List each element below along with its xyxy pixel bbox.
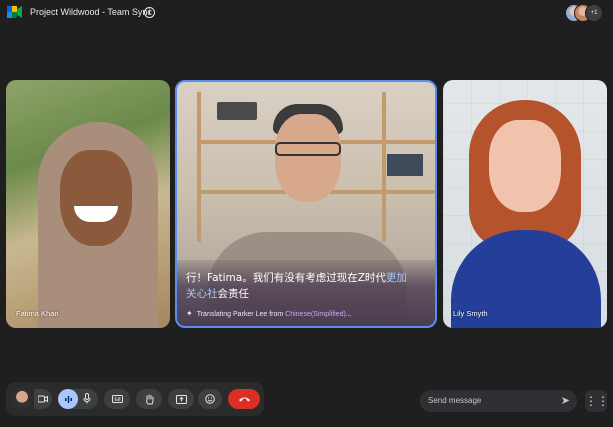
participant-name: Lily Smyth (453, 309, 488, 318)
shelf-post (197, 92, 201, 242)
top-bar: Project Wildwood - Team Sync i +1 (0, 0, 613, 26)
meeting-title: Project Wildwood - Team Sync (30, 7, 152, 17)
send-icon[interactable]: ➤ (561, 394, 570, 407)
shelf-box (217, 102, 257, 120)
end-call-icon (238, 397, 250, 402)
more-participants-badge: +1 (585, 4, 603, 22)
send-message-input[interactable]: Send message ➤ (420, 390, 577, 412)
camera-button[interactable] (34, 389, 52, 409)
raise-hand-icon (145, 394, 153, 404)
shelf-post (382, 92, 386, 242)
camera-icon (38, 395, 48, 403)
message-placeholder: Send message (428, 396, 482, 405)
meet-logo-icon (7, 6, 22, 18)
shelf-box (387, 154, 423, 176)
present-button[interactable] (168, 389, 194, 409)
video-tile-lily[interactable]: Lily Smyth (443, 80, 607, 328)
emoji-reactions-button[interactable] (198, 389, 222, 409)
participant-glasses (275, 142, 341, 156)
participant-avatars[interactable]: +1 (565, 4, 605, 22)
present-icon (175, 394, 187, 404)
grid-icon: ⋮⋮ (585, 394, 609, 408)
mic-icon (83, 393, 91, 404)
self-view-avatar[interactable] (12, 388, 32, 410)
end-call-button[interactable] (228, 389, 260, 409)
video-tile-parker[interactable]: 行！Fatima。我们有没有考虑过现在Z时代更加 关心社会责任 ✦ Translat… (175, 80, 437, 328)
mic-activity-icon (58, 389, 78, 409)
call-controls (6, 382, 264, 416)
sparkle-icon: ✦ (186, 309, 193, 318)
translated-caption: 行！Fatima。我们有没有考虑过现在Z时代更加 关心社会责任 (186, 272, 407, 300)
emoji-icon (205, 394, 215, 404)
microphone-button[interactable] (58, 389, 98, 409)
captions-button[interactable] (104, 389, 130, 409)
participant-name: Fatima Khan (16, 309, 59, 318)
participant-face (60, 150, 132, 246)
participant-face (489, 120, 561, 212)
raise-hand-button[interactable] (136, 389, 162, 409)
participant-face (275, 114, 341, 202)
captions-icon (111, 395, 123, 403)
video-tile-fatima[interactable]: Fatima Khan (6, 80, 170, 328)
info-icon[interactable]: i (144, 7, 155, 18)
apps-grid-button[interactable]: ⋮⋮ (585, 390, 609, 412)
translation-status: ✦ Translating Parker Lee from Chinese(Sim… (186, 309, 352, 318)
